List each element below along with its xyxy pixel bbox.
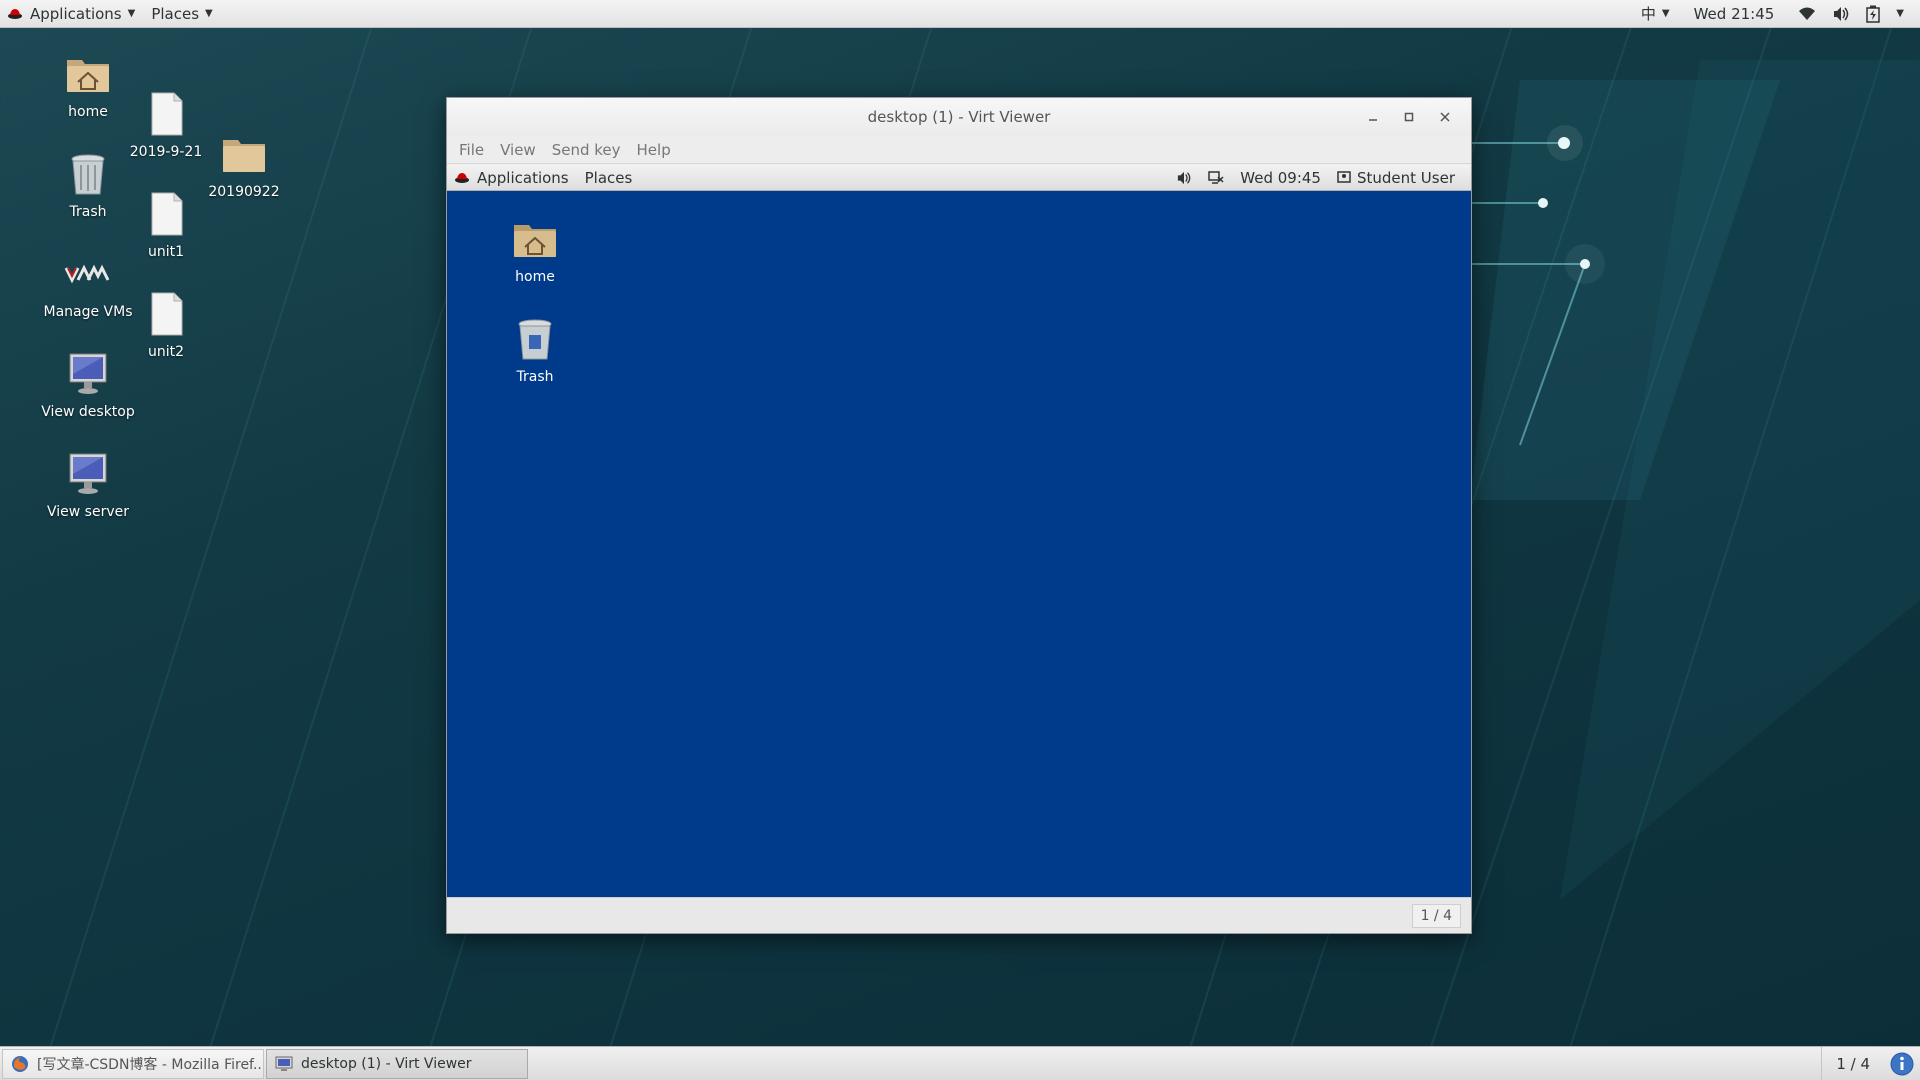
desktop-icon-unit1[interactable]: unit1 — [118, 190, 214, 260]
desktop-icon-label: unit2 — [147, 344, 185, 360]
guest-user-menu[interactable]: Student User — [1329, 169, 1463, 187]
desktop-icon-label: 20190922 — [208, 184, 280, 200]
minimize-button[interactable] — [1355, 102, 1391, 132]
guest-display[interactable]: Applications Places Wed 09:45 Student Us… — [447, 165, 1471, 898]
window-menubar: File View Send key Help — [447, 136, 1471, 164]
places-label: Places — [151, 4, 200, 23]
guest-places-menu[interactable]: Places — [577, 169, 641, 187]
document-icon — [151, 292, 183, 336]
chevron-down-icon: ▼ — [1896, 8, 1904, 19]
folder-icon — [223, 140, 265, 172]
desktop-icon-label: View server — [47, 504, 129, 520]
places-menu[interactable]: Places ▼ — [143, 0, 220, 28]
user-icon — [1337, 170, 1351, 183]
home-folder-icon — [67, 60, 109, 92]
maximize-icon — [1404, 112, 1414, 122]
menu-help[interactable]: Help — [629, 141, 679, 159]
task-label: desktop (1) - Virt Viewer — [301, 1055, 472, 1072]
monitor-icon — [69, 353, 107, 394]
top-panel: Applications ▼ Places ▼ 中 ▼ Wed 21:45 ▼ — [0, 0, 1920, 28]
wifi-icon[interactable] — [1790, 0, 1824, 28]
guest-icon-label: home — [515, 269, 555, 285]
desktop-icon-unit2[interactable]: unit2 — [118, 290, 214, 360]
guest-user-label: Student User — [1356, 168, 1455, 187]
maximize-button[interactable] — [1391, 102, 1427, 132]
virt-viewer-icon — [275, 1056, 293, 1071]
document-icon — [151, 192, 183, 236]
input-method-indicator[interactable]: 中 ▼ — [1633, 0, 1678, 28]
task-label: [写文章-CSDN博客 - Mozilla Firef... — [37, 1056, 264, 1073]
guest-volume-icon[interactable] — [1168, 171, 1200, 185]
clock[interactable]: Wed 21:45 — [1678, 0, 1791, 28]
desktop-icon-label: unit1 — [147, 244, 185, 260]
guest-applications-label: Applications — [477, 168, 569, 187]
guest-places-label: Places — [584, 168, 633, 187]
guest-applications-menu[interactable]: Applications — [447, 169, 577, 187]
workspace-switcher[interactable]: 1 / 4 — [1821, 1046, 1884, 1080]
window-statusbar: 1 / 4 — [447, 897, 1471, 933]
guest-clock[interactable]: Wed 09:45 — [1232, 169, 1329, 187]
close-icon — [1440, 112, 1450, 122]
close-button[interactable] — [1427, 102, 1463, 132]
window-title: desktop (1) - Virt Viewer — [867, 108, 1051, 126]
redhat-icon — [455, 172, 469, 183]
trash-icon — [518, 319, 552, 360]
task-firefox[interactable]: [写文章-CSDN博客 - Mozilla Firef... — [2, 1048, 264, 1079]
input-method-label: 中 — [1640, 5, 1656, 23]
home-folder-icon — [514, 225, 556, 257]
volume-icon[interactable] — [1824, 0, 1858, 28]
chevron-down-icon: ▼ — [205, 8, 213, 19]
redhat-icon — [8, 8, 22, 19]
guest-clock-label: Wed 09:45 — [1240, 168, 1321, 187]
menu-send-key[interactable]: Send key — [544, 141, 629, 159]
document-icon — [151, 92, 183, 136]
virt-manager-icon — [64, 264, 110, 284]
battery-icon[interactable] — [1858, 0, 1888, 28]
system-menu-arrow[interactable]: ▼ — [1888, 0, 1912, 28]
workspace-indicator[interactable]: 1 / 4 — [1411, 903, 1461, 928]
guest-icon-trash[interactable]: Trash — [487, 315, 583, 385]
workspace-label: 1 / 4 — [1836, 1054, 1870, 1073]
clock-label: Wed 21:45 — [1693, 4, 1775, 23]
minimize-icon — [1369, 119, 1377, 121]
chevron-down-icon: ▼ — [1661, 8, 1670, 19]
firefox-icon — [12, 1055, 28, 1072]
menu-file[interactable]: File — [451, 141, 492, 159]
desktop-icon-view-server[interactable]: View server — [40, 450, 136, 520]
desktop-icon-label: View desktop — [41, 404, 135, 420]
task-virt-viewer[interactable]: desktop (1) - Virt Viewer — [266, 1048, 528, 1079]
window-titlebar[interactable]: desktop (1) - Virt Viewer — [447, 98, 1471, 136]
virt-viewer-window[interactable]: desktop (1) - Virt Viewer File View Send… — [446, 97, 1472, 934]
trash-icon — [71, 154, 105, 195]
menu-view[interactable]: View — [492, 141, 544, 159]
guest-top-panel: Applications Places Wed 09:45 Student Us… — [447, 165, 1471, 191]
desktop-icon-view-desktop[interactable]: View desktop — [40, 350, 136, 420]
desktop-icon-20190922[interactable]: 20190922 — [196, 130, 292, 200]
chevron-down-icon: ▼ — [127, 8, 136, 19]
guest-icon-label: Trash — [516, 369, 554, 385]
bottom-taskbar: [写文章-CSDN博客 - Mozilla Firef... desktop (… — [0, 1046, 1920, 1080]
guest-network-icon[interactable] — [1200, 170, 1232, 185]
monitor-icon — [69, 453, 107, 494]
applications-menu[interactable]: Applications ▼ — [0, 0, 143, 28]
guest-icon-home[interactable]: home — [487, 215, 583, 285]
notification-icon[interactable] — [1890, 1052, 1914, 1076]
applications-label: Applications — [30, 4, 122, 23]
